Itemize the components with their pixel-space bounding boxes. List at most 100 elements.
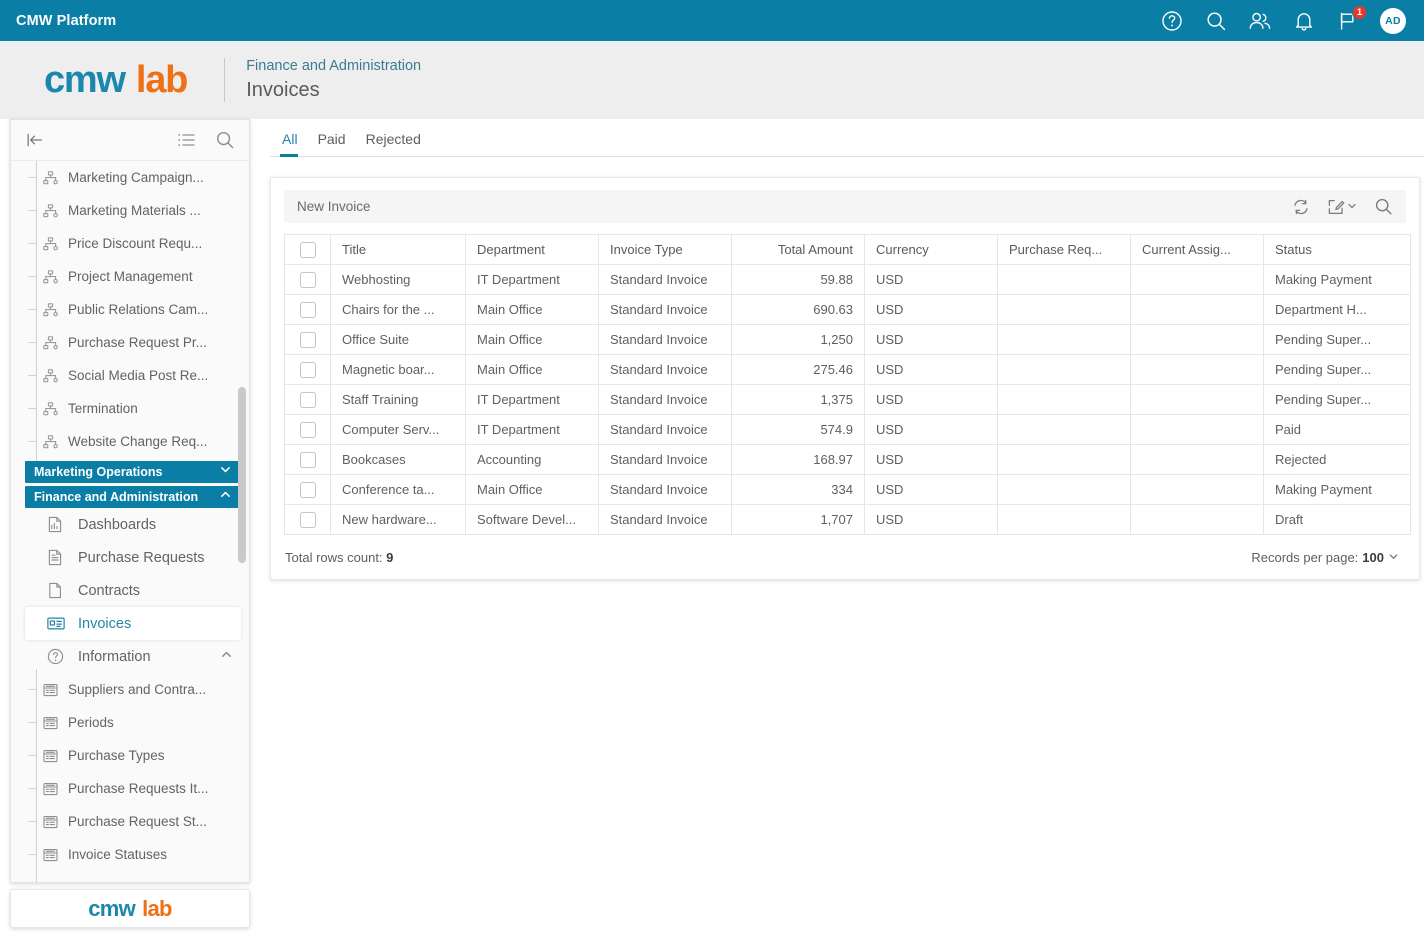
- brand-logo[interactable]: cmw lab: [44, 59, 188, 102]
- avatar[interactable]: AD: [1380, 7, 1406, 34]
- sidebar-group-finance-and-administration[interactable]: Finance and Administration: [25, 486, 241, 508]
- sidebar-information-item[interactable]: Purchase Requests It...: [11, 772, 249, 805]
- col-purchase-request[interactable]: Purchase Req...: [997, 234, 1131, 265]
- sidebar-process-item[interactable]: Social Media Post Re...: [11, 359, 249, 392]
- chevron-down-icon: [1347, 198, 1357, 216]
- sidebar-information-item[interactable]: Periods: [11, 706, 249, 739]
- sidebar-information-item[interactable]: Purchase Types: [11, 739, 249, 772]
- breadcrumb-parent[interactable]: Finance and Administration: [246, 56, 421, 76]
- row-checkbox[interactable]: [299, 511, 316, 528]
- sidebar-item-purchase-requests[interactable]: Purchase Requests: [25, 541, 241, 574]
- table-row[interactable]: Computer Serv... IT Department Standard In…: [284, 414, 1411, 445]
- sidebar-footer-logo[interactable]: cmw lab: [10, 889, 250, 928]
- bell-icon[interactable]: [1292, 9, 1316, 33]
- col-invoice-type[interactable]: Invoice Type: [598, 234, 732, 265]
- table-list-icon: [39, 881, 61, 882]
- tab-paid[interactable]: Paid: [308, 131, 356, 156]
- process-icon: [39, 170, 61, 185]
- records-per-page[interactable]: Records per page: 100: [1251, 550, 1399, 565]
- sidebar-item-invoices[interactable]: Invoices: [25, 607, 241, 640]
- sidebar-information-item[interactable]: Counterparties: [11, 871, 249, 882]
- search-icon[interactable]: [1204, 9, 1228, 33]
- sidebar-scrollbar[interactable]: [238, 387, 246, 563]
- sidebar-process-item[interactable]: Marketing Materials ...: [11, 194, 249, 227]
- row-select-cell: [284, 264, 331, 295]
- row-checkbox[interactable]: [299, 331, 316, 348]
- sidebar-item-contracts[interactable]: Contracts: [25, 574, 241, 607]
- new-invoice-button[interactable]: New Invoice: [297, 199, 371, 214]
- edit-button[interactable]: [1327, 198, 1357, 216]
- cell-title: Webhosting: [330, 264, 466, 295]
- cell-total-amount: 1,375: [731, 384, 865, 415]
- col-status[interactable]: Status: [1263, 234, 1411, 265]
- platform-title: CMW Platform: [16, 12, 117, 29]
- sidebar-item-label: Marketing Campaign...: [68, 170, 204, 185]
- row-checkbox[interactable]: [299, 451, 316, 468]
- list-icon[interactable]: [177, 132, 195, 148]
- row-checkbox[interactable]: [299, 301, 316, 318]
- cell-total-amount: 690.63: [731, 294, 865, 325]
- table-row[interactable]: Webhosting IT Department Standard Invoice 5…: [284, 264, 1411, 295]
- tree-branch: [28, 177, 36, 178]
- cell-total-amount: 1,250: [731, 324, 865, 355]
- help-icon[interactable]: [1160, 9, 1184, 33]
- sidebar-information-item[interactable]: Purchase Request St...: [11, 805, 249, 838]
- cell-purchase-request: [997, 504, 1131, 535]
- cell-department: IT Department: [465, 384, 599, 415]
- table-row[interactable]: New hardware... Software Devel... Standard…: [284, 504, 1411, 535]
- sidebar-process-item[interactable]: Price Discount Requ...: [11, 227, 249, 260]
- table-row[interactable]: Chairs for the ... Main Office Standard In…: [284, 294, 1411, 325]
- dashboard-doc-icon: [47, 516, 71, 533]
- col-currency[interactable]: Currency: [864, 234, 998, 265]
- cell-currency: USD: [864, 384, 998, 415]
- sidebar-item-information[interactable]: Information: [25, 640, 241, 673]
- sidebar-information-item[interactable]: Suppliers and Contra...: [11, 673, 249, 706]
- chevron-up-icon: [220, 648, 233, 666]
- collapse-left-icon[interactable]: [25, 131, 45, 149]
- sidebar-information-item[interactable]: Invoice Statuses: [11, 838, 249, 871]
- process-icon: [39, 236, 61, 251]
- table-row[interactable]: Bookcases Accounting Standard Invoice 168.9…: [284, 444, 1411, 475]
- cell-title: Office Suite: [330, 324, 466, 355]
- cell-department: Main Office: [465, 354, 599, 385]
- sidebar-item-dashboards[interactable]: Dashboards: [25, 508, 241, 541]
- row-checkbox[interactable]: [299, 421, 316, 438]
- total-rows-label: Total rows count:: [285, 549, 383, 565]
- tree-branch: [28, 441, 36, 442]
- sidebar-process-item[interactable]: Termination: [11, 392, 249, 425]
- sidebar-main-list: Dashboards Purchase Requests Contracts I…: [11, 508, 249, 673]
- sidebar-item-label: Invoice Statuses: [68, 847, 168, 862]
- sidebar-process-item[interactable]: Public Relations Cam...: [11, 293, 249, 326]
- table-row[interactable]: Conference ta... Main Office Standard Invo…: [284, 474, 1411, 505]
- tab-rejected[interactable]: Rejected: [356, 131, 431, 156]
- table-row[interactable]: Magnetic boar... Main Office Standard Invo…: [284, 354, 1411, 385]
- col-total-amount[interactable]: Total Amount: [731, 234, 865, 265]
- grid-search-icon[interactable]: [1374, 197, 1393, 216]
- row-checkbox[interactable]: [299, 361, 316, 378]
- sidebar-process-item[interactable]: Purchase Request Pr...: [11, 326, 249, 359]
- col-title[interactable]: Title: [330, 234, 466, 265]
- main-content: All Paid Rejected New Invoice Title Depa…: [270, 119, 1424, 580]
- sidebar-process-item[interactable]: Website Change Req...: [11, 425, 249, 458]
- row-checkbox[interactable]: [299, 391, 316, 408]
- flag-icon[interactable]: 1: [1336, 4, 1367, 33]
- row-checkbox[interactable]: [299, 271, 316, 288]
- sidebar-item-label: Project Management: [68, 269, 193, 284]
- search-icon[interactable]: [215, 130, 235, 150]
- col-current-assignee[interactable]: Current Assig...: [1130, 234, 1264, 265]
- sidebar-process-item[interactable]: Marketing Campaign...: [11, 161, 249, 194]
- select-all-checkbox[interactable]: [299, 241, 316, 258]
- row-checkbox[interactable]: [299, 481, 316, 498]
- refresh-icon[interactable]: [1292, 198, 1310, 216]
- cell-invoice-type: Standard Invoice: [598, 294, 732, 325]
- sidebar-process-item[interactable]: Project Management: [11, 260, 249, 293]
- cell-department: Software Devel...: [465, 504, 599, 535]
- col-department[interactable]: Department: [465, 234, 599, 265]
- tab-all[interactable]: All: [270, 131, 308, 157]
- table-row[interactable]: Staff Training IT Department Standard Invo…: [284, 384, 1411, 415]
- sidebar-item-label: Purchase Requests It...: [68, 781, 209, 796]
- sidebar-group-marketing-operations[interactable]: Marketing Operations: [25, 461, 241, 483]
- users-icon[interactable]: [1248, 9, 1272, 33]
- table-row[interactable]: Office Suite Main Office Standard Invoice 1…: [284, 324, 1411, 355]
- process-icon: [39, 335, 61, 350]
